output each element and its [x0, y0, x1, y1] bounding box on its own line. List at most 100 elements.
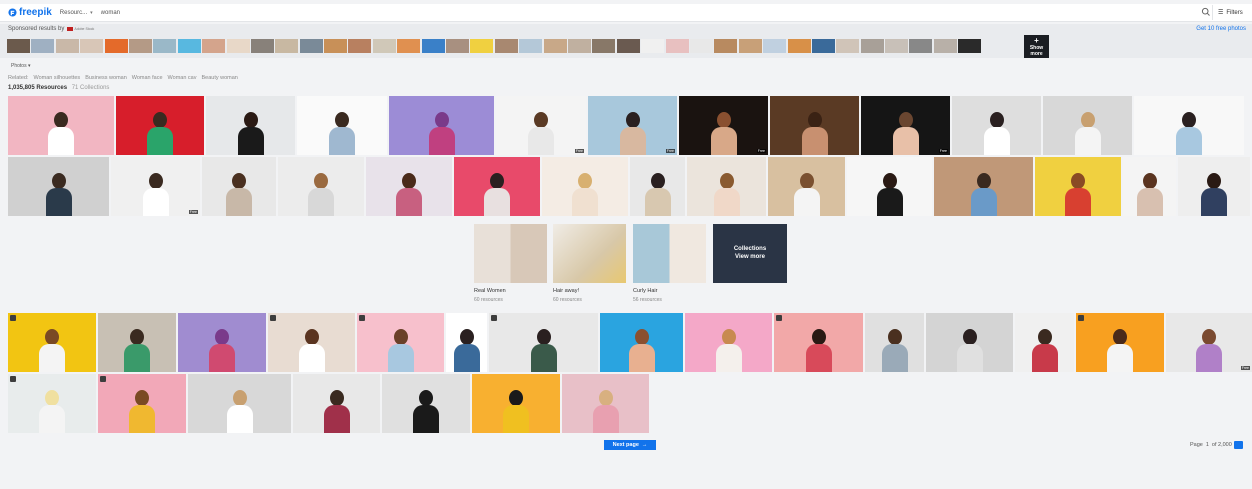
photo-result[interactable] — [278, 157, 364, 216]
sponsored-thumbnail[interactable] — [470, 39, 494, 53]
sponsored-thumbnail[interactable] — [592, 39, 616, 53]
photo-result[interactable] — [446, 313, 487, 372]
sponsored-thumbnail[interactable] — [324, 39, 348, 53]
sponsored-thumbnail[interactable] — [641, 39, 665, 53]
sponsored-thumbnail[interactable] — [567, 39, 591, 53]
sponsored-thumbnail[interactable] — [885, 39, 909, 53]
photo-result[interactable] — [630, 157, 685, 216]
resource-type-select[interactable]: Resourc... ▾ — [60, 10, 93, 16]
photo-result[interactable] — [206, 96, 295, 155]
sponsored-thumbnail[interactable] — [55, 39, 79, 53]
next-page-arrow-icon[interactable] — [1233, 441, 1243, 449]
sponsored-thumbnail[interactable] — [202, 39, 226, 53]
sponsored-thumbnail[interactable] — [397, 39, 421, 53]
sponsored-thumbnail[interactable] — [177, 39, 201, 53]
photo-result[interactable] — [202, 157, 276, 216]
sponsored-thumbnail[interactable] — [787, 39, 811, 53]
photo-result[interactable] — [542, 157, 628, 216]
sponsored-thumbnail[interactable] — [7, 39, 30, 53]
next-page-button[interactable]: Next page → — [604, 440, 656, 450]
view-more-collections-button[interactable]: Collections View more — [713, 224, 787, 283]
sponsored-thumbnail[interactable] — [275, 39, 299, 53]
photos-filter-chip[interactable]: Photos ▾ — [11, 63, 30, 69]
photo-result[interactable] — [685, 313, 772, 372]
collection-card[interactable]: Real Women 60 resources — [474, 224, 547, 303]
sponsored-thumbnail[interactable] — [446, 39, 470, 53]
page-number-input[interactable]: 1 — [1206, 442, 1209, 448]
photo-result[interactable] — [847, 157, 932, 216]
photo-result[interactable] — [188, 374, 291, 433]
photo-result[interactable] — [1035, 157, 1121, 216]
photo-result[interactable] — [178, 313, 266, 372]
photo-result[interactable] — [116, 96, 204, 155]
sponsored-thumbnail[interactable] — [372, 39, 396, 53]
photo-result[interactable] — [357, 313, 444, 372]
photo-result[interactable] — [293, 374, 380, 433]
collection-card[interactable]: Hair away! 60 resources — [553, 224, 626, 303]
sponsored-thumbnail[interactable] — [958, 39, 982, 53]
photo-result[interactable] — [366, 157, 452, 216]
related-link[interactable]: Woman silhouettes — [34, 75, 81, 81]
sponsored-thumbnail[interactable] — [226, 39, 250, 53]
photo-result[interactable] — [472, 374, 560, 433]
photo-result[interactable] — [8, 374, 96, 433]
sponsored-thumbnail[interactable] — [31, 39, 55, 53]
photo-result[interactable] — [8, 96, 114, 155]
photo-result[interactable] — [454, 157, 540, 216]
photo-result[interactable]: Free — [588, 96, 677, 155]
sponsored-thumbnail[interactable] — [519, 39, 543, 53]
collection-card[interactable]: Curly Hair 56 resources — [633, 224, 706, 303]
sponsored-thumbnail[interactable] — [421, 39, 445, 53]
sponsored-thumbnail[interactable] — [811, 39, 835, 53]
sponsored-thumbnail[interactable] — [104, 39, 128, 53]
photo-result[interactable] — [934, 157, 1033, 216]
related-link[interactable]: Woman cav — [168, 75, 197, 81]
photo-result[interactable] — [600, 313, 683, 372]
sponsored-thumbnail[interactable] — [616, 39, 640, 53]
sponsored-thumbnail[interactable] — [153, 39, 177, 53]
photo-result[interactable]: Free — [111, 157, 200, 216]
photo-result[interactable] — [8, 313, 96, 372]
sponsored-thumbnail[interactable] — [763, 39, 787, 53]
photo-result[interactable] — [768, 157, 845, 216]
photo-result[interactable] — [1043, 96, 1132, 155]
photo-result[interactable] — [98, 313, 176, 372]
collections-count-link[interactable]: 71 Collections — [72, 85, 110, 91]
photo-result[interactable] — [952, 96, 1041, 155]
get-free-photos-link[interactable]: Get 10 free photos — [1196, 26, 1246, 32]
photo-result[interactable] — [1123, 157, 1176, 216]
photo-result[interactable] — [1015, 313, 1074, 372]
sponsored-thumbnail[interactable] — [860, 39, 884, 53]
sponsored-thumbnail[interactable] — [348, 39, 372, 53]
show-more-button[interactable]: + Show more — [1024, 35, 1049, 58]
photo-result[interactable]: Free — [496, 96, 586, 155]
photo-result[interactable] — [926, 313, 1013, 372]
sponsored-thumbnail[interactable] — [933, 39, 957, 53]
photo-result[interactable] — [297, 96, 387, 155]
sponsored-thumbnail[interactable] — [738, 39, 762, 53]
sponsored-thumbnail[interactable] — [714, 39, 738, 53]
photo-result[interactable] — [98, 374, 186, 433]
photo-result[interactable]: Free — [679, 96, 768, 155]
photo-result[interactable] — [562, 374, 649, 433]
photo-result[interactable]: Free — [1166, 313, 1252, 372]
photo-result[interactable] — [1178, 157, 1250, 216]
sponsored-thumbnail[interactable] — [836, 39, 860, 53]
sponsored-thumbnail[interactable] — [689, 39, 713, 53]
photo-result[interactable] — [770, 96, 859, 155]
sponsored-thumbnail[interactable] — [494, 39, 518, 53]
related-link[interactable]: Business woman — [85, 75, 127, 81]
photo-result[interactable] — [1134, 96, 1244, 155]
search-icon[interactable] — [1201, 7, 1211, 17]
photo-result[interactable] — [1076, 313, 1164, 372]
photo-result[interactable] — [389, 96, 494, 155]
photo-result[interactable] — [687, 157, 766, 216]
photo-result[interactable] — [774, 313, 863, 372]
filters-button[interactable]: ☰ Filters — [1212, 5, 1248, 20]
sponsored-thumbnail[interactable] — [299, 39, 323, 53]
freepik-logo[interactable]: freepik — [8, 7, 52, 18]
sponsored-thumbnail[interactable] — [543, 39, 567, 53]
photo-result[interactable] — [489, 313, 598, 372]
photo-result[interactable]: Free — [861, 96, 950, 155]
photo-result[interactable] — [382, 374, 470, 433]
